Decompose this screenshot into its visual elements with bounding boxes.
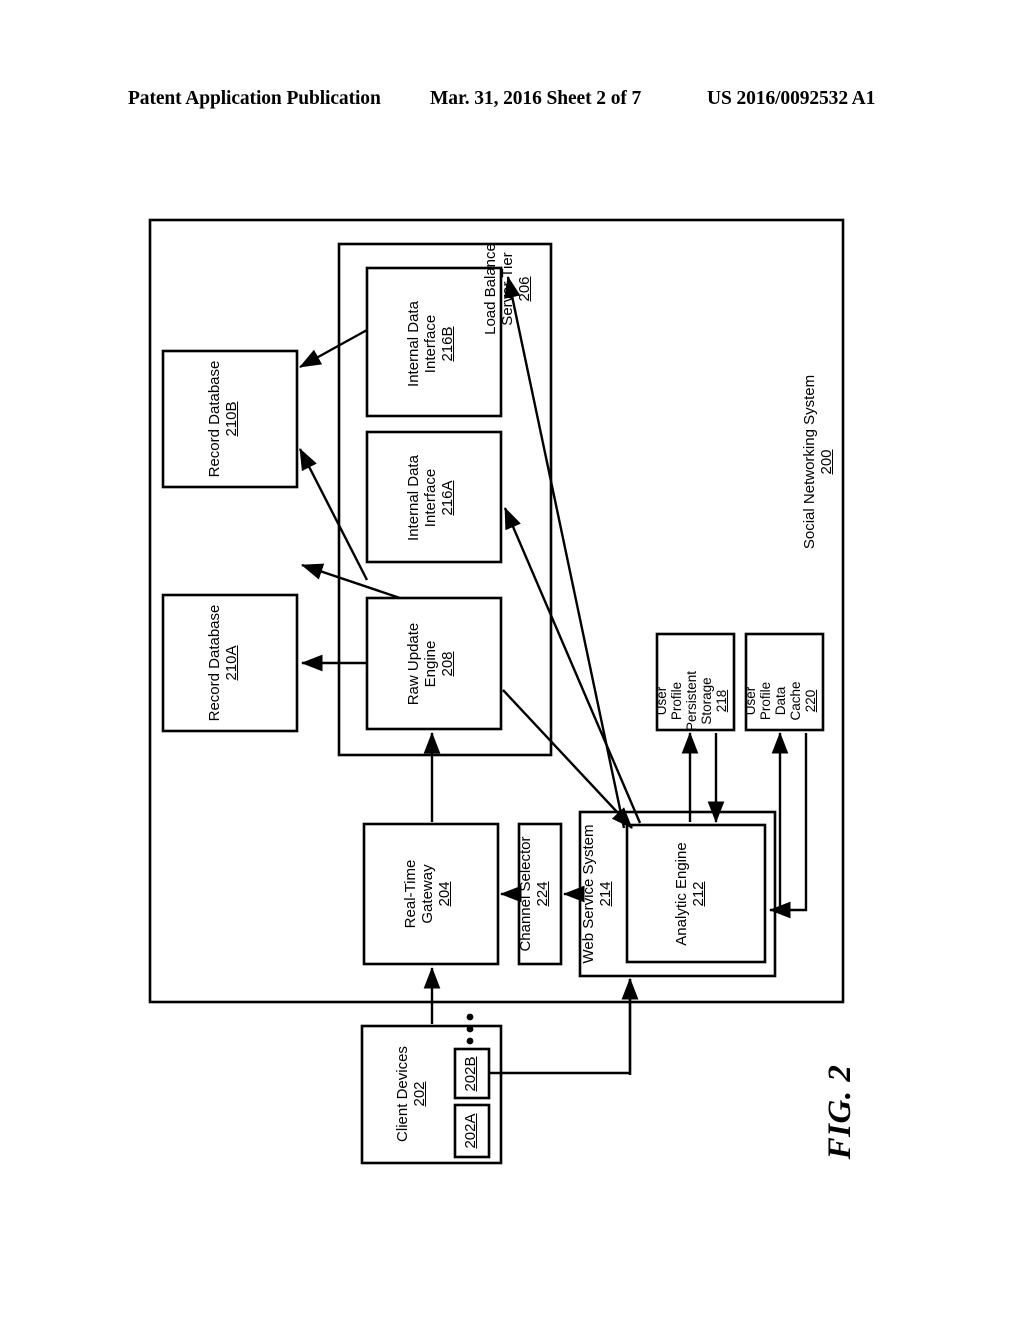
user-profile-data-cache-220-box xyxy=(744,632,825,732)
client-device-202b-box xyxy=(453,1047,491,1100)
client-devices-ellipsis-dots xyxy=(466,1013,474,1045)
analytic-engine-212-box xyxy=(625,823,767,964)
client-device-202a-box xyxy=(453,1103,491,1159)
diagram-vector-layer xyxy=(148,218,845,1165)
internal-data-interface-216b-box xyxy=(365,266,503,418)
patent-figure-diagram: Social Networking System 200 Load Balanc… xyxy=(0,0,1024,1320)
channel-selector-224-box xyxy=(517,822,563,966)
real-time-gateway-204-box xyxy=(362,822,500,966)
raw-update-engine-208-box xyxy=(365,596,503,731)
user-profile-persistent-storage-218-box xyxy=(655,632,736,732)
record-database-210b-box xyxy=(161,349,299,489)
record-database-210a-box xyxy=(161,593,299,733)
internal-data-interface-216a-box xyxy=(365,430,503,564)
figure-caption: FIG. 2 xyxy=(822,1064,858,1160)
